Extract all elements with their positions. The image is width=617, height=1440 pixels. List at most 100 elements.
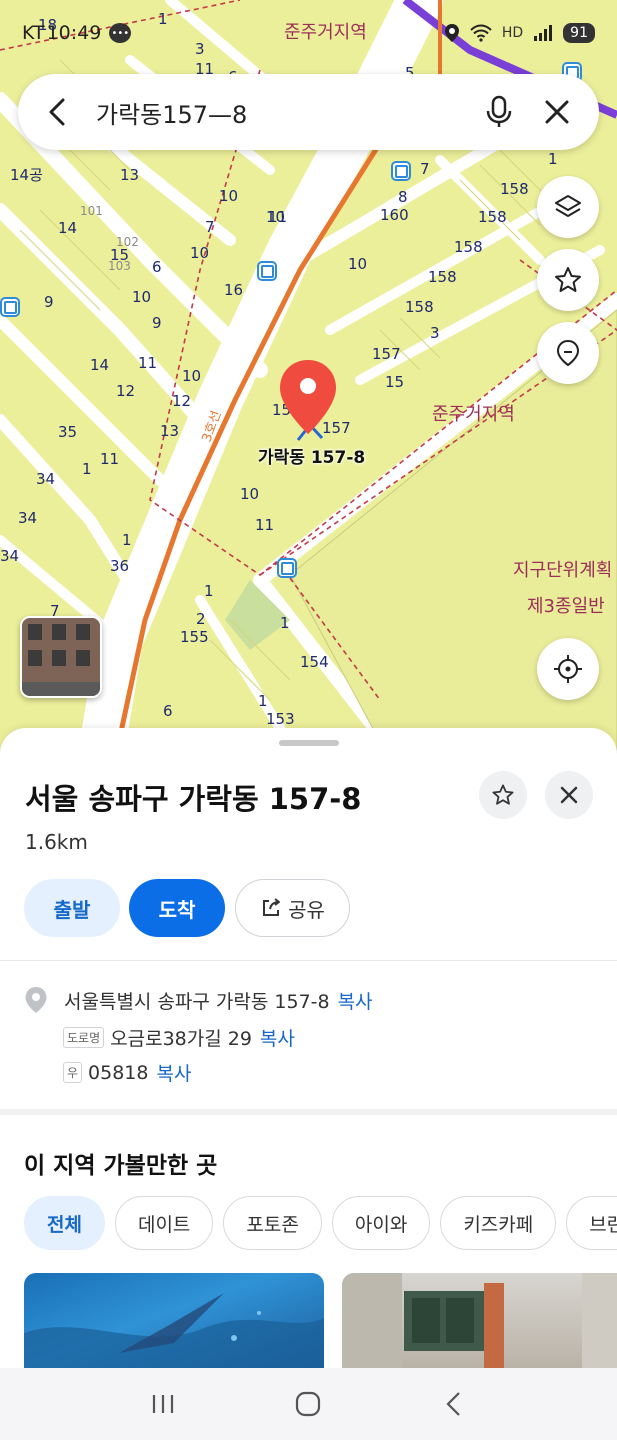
lot-number-label: 7 xyxy=(205,218,215,236)
chip-all[interactable]: 전체 xyxy=(24,1196,105,1250)
roadview-thumbnail[interactable] xyxy=(20,616,102,698)
battery-level: 91 xyxy=(563,23,595,43)
location-icon xyxy=(444,24,459,42)
section-divider xyxy=(0,1109,617,1115)
lot-number-label: 36 xyxy=(110,557,130,575)
location-pin-icon[interactable] xyxy=(278,358,338,438)
lot-number-label: 155 xyxy=(180,628,209,646)
lot-number-label: 153 xyxy=(266,710,295,728)
lot-number-label: 34 xyxy=(36,470,56,488)
voice-search-button[interactable] xyxy=(477,90,521,134)
recents-icon xyxy=(152,1395,173,1413)
lot-number-label: 2 xyxy=(196,610,206,628)
start-button[interactable]: 출발 xyxy=(24,879,120,937)
lot-number-label: 16 xyxy=(224,281,244,299)
distance-text: 1.6km xyxy=(25,830,88,854)
signal-icon xyxy=(534,25,553,41)
lot-number-label: 14 xyxy=(90,356,110,374)
place-title: 서울 송파구 가락동 157-8 xyxy=(25,782,362,816)
zone-label: 제3종일반 xyxy=(527,596,605,617)
share-button[interactable]: 공유 xyxy=(235,879,350,937)
lot-number-label: 10 xyxy=(219,187,239,205)
lot-number-label: 158 xyxy=(405,298,434,316)
my-location-button[interactable] xyxy=(537,638,599,700)
lot-number-label: 12 xyxy=(172,392,192,410)
lot-number-label: 6 xyxy=(152,258,162,276)
clear-search-button[interactable] xyxy=(535,90,579,134)
bus-stop-icon[interactable] xyxy=(257,261,277,281)
lot-number-label: 13 xyxy=(120,166,140,184)
home-button[interactable] xyxy=(283,1379,333,1429)
jibun-address: 서울특별시 송파구 가락동 157-8 xyxy=(64,990,330,1013)
lot-number-label: 1 xyxy=(204,582,214,600)
app-root: 준주거지역 준주거지역 지구단위계획 제3종일반 3호선 1813116514공… xyxy=(0,0,617,1440)
lot-number-label: 15 xyxy=(110,246,130,264)
lot-number-label: 3 xyxy=(430,324,440,342)
recent-apps-button[interactable] xyxy=(138,1379,188,1429)
sheet-drag-handle[interactable] xyxy=(279,740,339,746)
zone-label: 준주거지역 xyxy=(432,404,515,425)
clock: 10:49 xyxy=(46,22,102,44)
saved-places-button[interactable] xyxy=(537,322,599,384)
chip-with-kids[interactable]: 아이와 xyxy=(331,1196,431,1250)
lot-number-label: 12 xyxy=(116,382,136,400)
place-card-image[interactable] xyxy=(24,1273,324,1368)
zip-code: 05818 xyxy=(88,1061,149,1084)
lot-number-label: 1 xyxy=(548,150,558,168)
arrive-button[interactable]: 도착 xyxy=(129,879,225,937)
copy-road-button[interactable]: 복사 xyxy=(260,1024,295,1051)
lot-number-label: 158 xyxy=(500,180,529,198)
layers-icon xyxy=(555,195,581,217)
wifi-icon xyxy=(470,24,492,42)
close-sheet-button[interactable] xyxy=(545,771,593,819)
pin-outline-icon xyxy=(556,339,580,367)
search-bar[interactable]: 가락동157—8 xyxy=(18,74,599,150)
system-back-button[interactable] xyxy=(429,1379,479,1429)
close-icon xyxy=(560,786,578,804)
road-address-row: 도로명 오금로38가길 29 복사 xyxy=(63,1024,295,1051)
building-photo xyxy=(22,618,100,696)
home-icon xyxy=(296,1391,321,1417)
search-query[interactable]: 가락동157—8 xyxy=(96,95,463,130)
lot-number-label: 158 xyxy=(478,208,507,226)
chevron-left-icon xyxy=(49,98,65,126)
message-icon: ••• xyxy=(109,23,132,43)
lot-number-label: 11 xyxy=(255,516,275,534)
back-icon xyxy=(446,1392,460,1416)
copy-zip-button[interactable]: 복사 xyxy=(157,1059,192,1086)
zip-tag: 우 xyxy=(63,1062,83,1083)
category-chips: 전체 데이트 포토존 아이와 키즈카페 브런치 xyxy=(24,1196,617,1250)
lot-number-label: 8 xyxy=(398,188,408,206)
building-photo xyxy=(342,1273,617,1368)
close-icon xyxy=(545,100,569,124)
lot-number-label: 9 xyxy=(44,293,54,311)
lot-number-label: 10 xyxy=(348,255,368,273)
lot-number-label: 160 xyxy=(380,206,409,224)
chip-date[interactable]: 데이트 xyxy=(114,1196,214,1250)
chip-kids-cafe[interactable]: 키즈카페 xyxy=(440,1196,557,1250)
microphone-icon xyxy=(486,95,512,127)
layers-button[interactable] xyxy=(537,176,599,238)
favorites-button[interactable] xyxy=(537,249,599,311)
divider xyxy=(0,960,617,961)
lot-number-label: 158 xyxy=(428,268,457,286)
lot-number-label: 1 xyxy=(258,692,268,710)
bus-stop-icon[interactable] xyxy=(277,558,297,578)
marker-label: 가락동 157-8 xyxy=(258,448,366,468)
share-icon xyxy=(263,898,281,916)
place-card-image[interactable] xyxy=(342,1273,617,1368)
copy-jibun-button[interactable]: 복사 xyxy=(338,987,373,1014)
chip-brunch[interactable]: 브런치 xyxy=(566,1196,617,1250)
bus-stop-icon[interactable] xyxy=(391,161,411,181)
lot-number-label: 11 xyxy=(268,208,288,226)
back-button[interactable] xyxy=(38,92,78,132)
place-detail-sheet[interactable]: 서울 송파구 가락동 157-8 1.6km 출발 도착 공유 서울특별시 송파… xyxy=(0,728,617,1368)
lot-number-label: 11 xyxy=(138,354,158,372)
bus-stop-icon[interactable] xyxy=(0,297,20,317)
lot-number-label: 101 xyxy=(80,204,103,218)
lot-number-label: 6 xyxy=(163,702,173,720)
zip-row: 우 05818 복사 xyxy=(63,1059,191,1086)
favorite-button[interactable] xyxy=(479,771,527,819)
lot-number-label: 10 xyxy=(240,485,260,503)
chip-photozone[interactable]: 포토존 xyxy=(223,1196,322,1250)
